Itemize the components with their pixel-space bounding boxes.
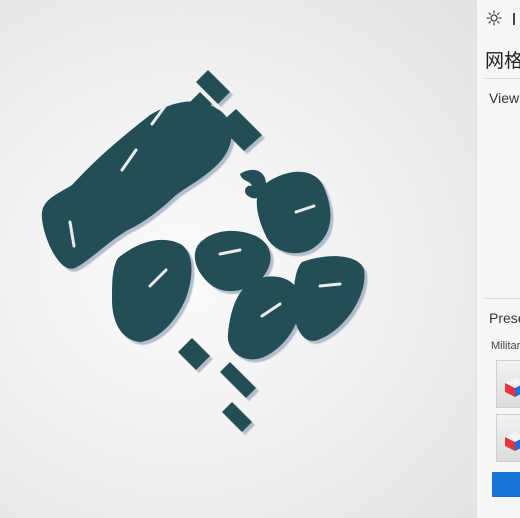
- divider: [485, 78, 520, 79]
- cube-icon: [505, 432, 520, 451]
- puzzle-model[interactable]: [0, 0, 476, 518]
- apply-button[interactable]: [492, 472, 520, 497]
- cube-icon: [505, 378, 520, 397]
- fan-piece: [292, 256, 365, 341]
- preset-thumbnail[interactable]: [496, 414, 520, 462]
- panel-bar-icon[interactable]: [513, 13, 515, 25]
- presets-section-label: Prese: [489, 310, 520, 326]
- preset-thumbnail[interactable]: [496, 360, 520, 408]
- 3d-viewport[interactable]: [0, 0, 476, 518]
- viewport-section-label: Viewp: [489, 90, 520, 106]
- round-piece: [256, 171, 331, 254]
- panel-title: 网格: [485, 50, 520, 72]
- sun-icon[interactable]: [486, 10, 502, 26]
- preset-category-label: Militar: [491, 340, 520, 352]
- tail-peg-b: [220, 362, 256, 398]
- panel-toolbar: [486, 10, 520, 28]
- divider: [485, 298, 520, 299]
- feather-piece: [112, 239, 192, 342]
- side-panel: 网格 Viewp Prese Militar: [476, 0, 520, 518]
